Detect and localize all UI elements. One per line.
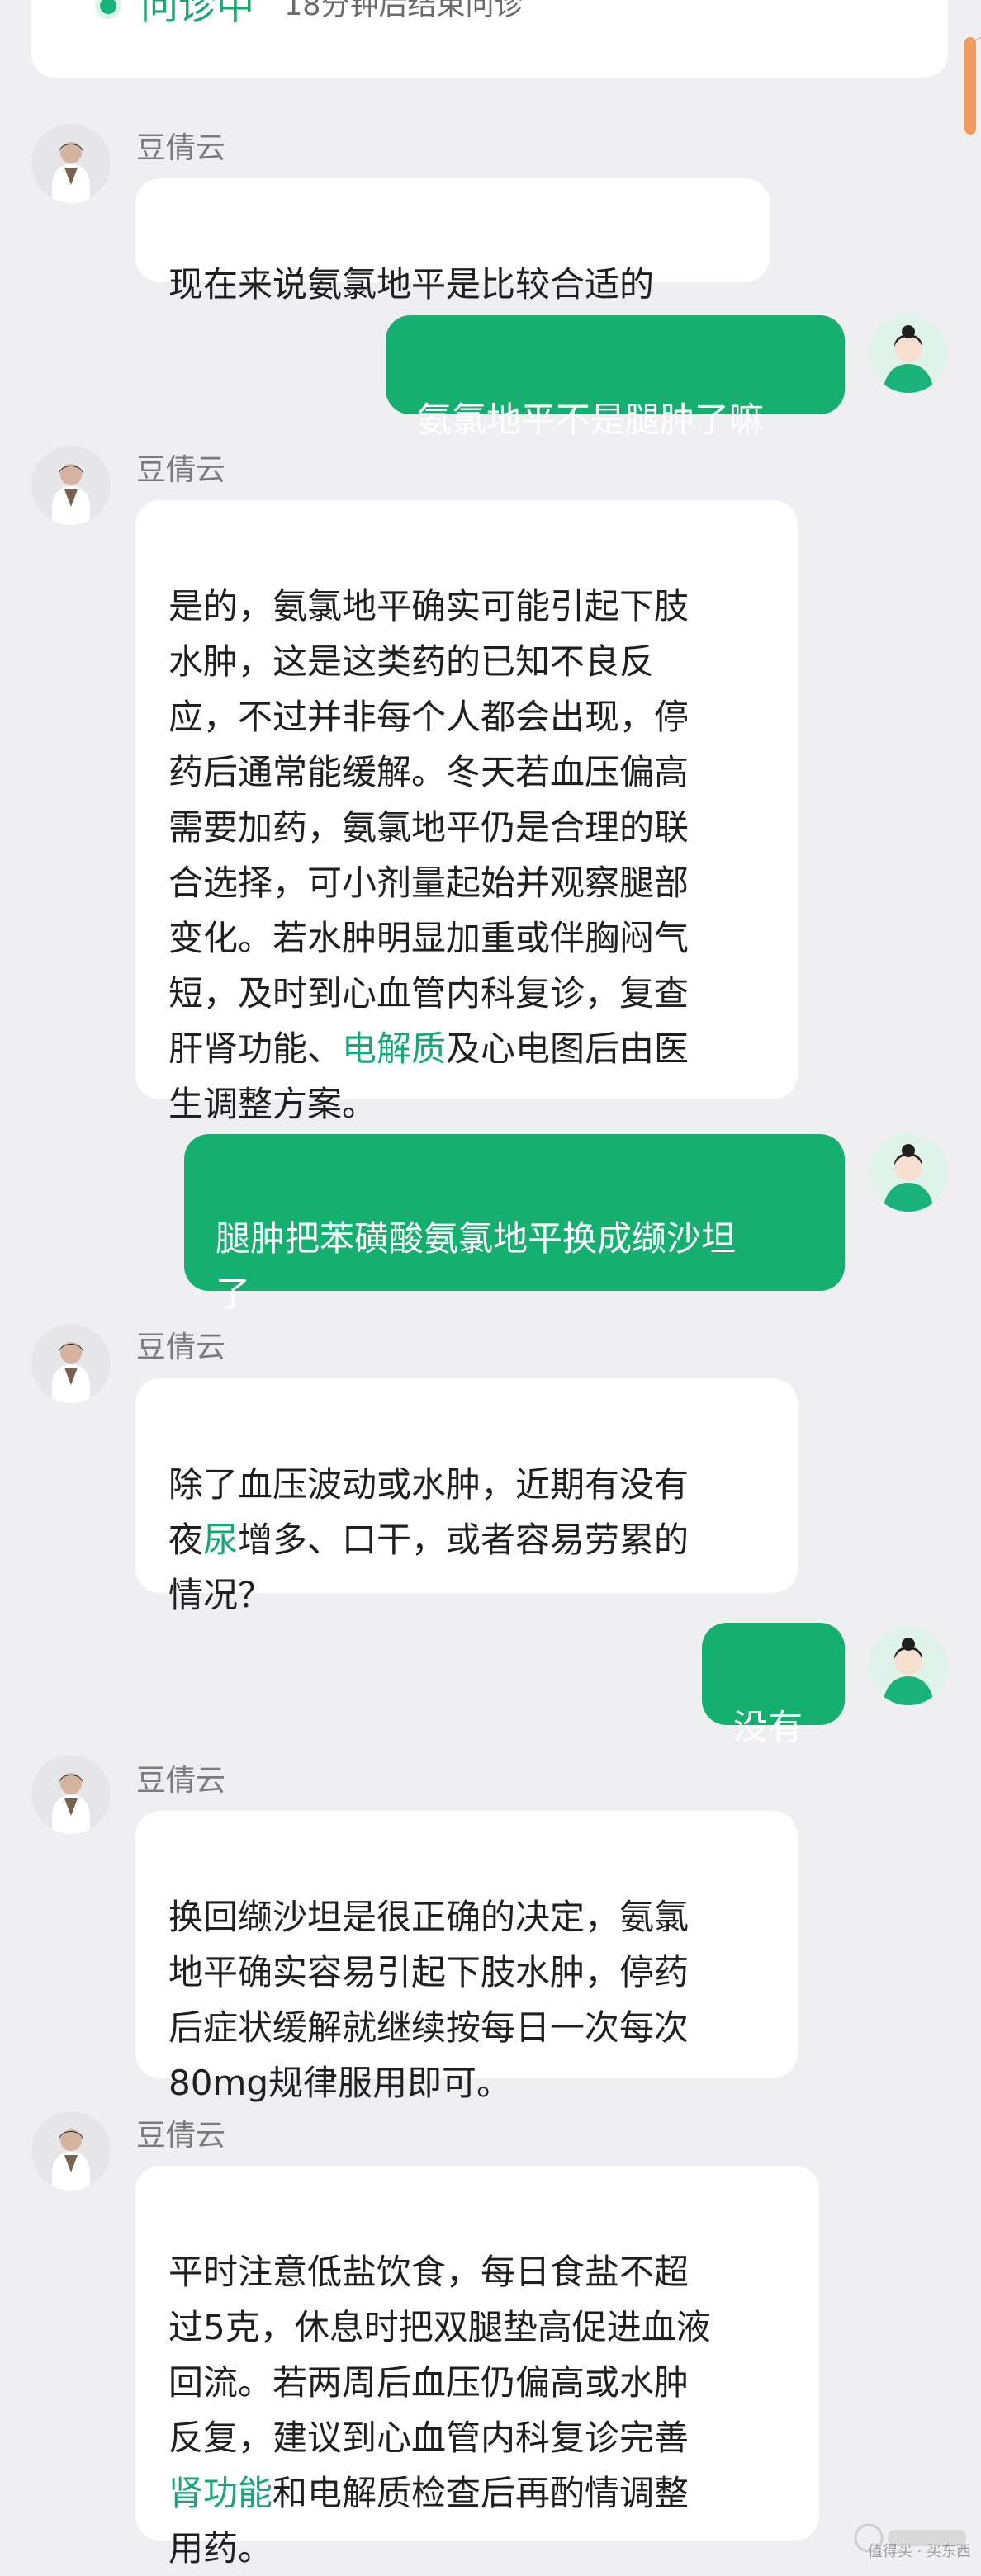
urine-link[interactable]: 尿: [203, 1520, 238, 1560]
user-avatar[interactable]: [869, 314, 948, 393]
message-text: 是的，氨氯地平确实可能引起下肢 水肿，这是这类药的已知不良反 应，不过并非每个人…: [168, 586, 690, 1069]
consultation-status-card: 问诊中 18分钟后结束问诊: [31, 0, 948, 78]
doctor-name: 豆倩云: [136, 1764, 226, 1798]
status-indicator-icon: [100, 0, 116, 14]
user-message-bubble: 氨氯地平不是腿肿了嘛: [386, 315, 845, 440]
user-avatar[interactable]: [869, 1626, 948, 1705]
doctor-name: 豆倩云: [136, 131, 226, 165]
message-text: 换回缬沙坦是很正确的决定，氨氯 地平确实容易引起下肢水肿，停药 后症状缓解就继续…: [168, 1897, 690, 2103]
message-text: 增多、口干，或者容易劳累的 情况？: [168, 1520, 690, 1615]
scrollbar-thumb[interactable]: [964, 37, 976, 135]
doctor-avatar[interactable]: [31, 2111, 111, 2191]
electrolyte-link[interactable]: 电解质: [342, 1028, 446, 1069]
message-text: 氨氯地平不是腿肿了嘛: [417, 399, 765, 440]
doctor-message-bubble: 平时注意低盐饮食，每日食盐不超 过5克，休息时把双腿垫高促进血液 回流。若两周后…: [135, 2166, 819, 2569]
watermark-text: 值得买 · 买东西: [867, 2543, 971, 2560]
doctor-avatar[interactable]: [31, 446, 111, 525]
doctor-name: 豆倩云: [136, 1331, 226, 1364]
doctor-avatar-icon: [31, 2111, 111, 2191]
user-avatar-icon: [869, 1132, 948, 1212]
doctor-name: 豆倩云: [136, 453, 226, 487]
message-text: 腿肿把苯磺酸氨氯地平换成缬沙坦 了: [216, 1218, 737, 1314]
message-text: 没有: [733, 1707, 803, 1747]
doctor-message-bubble: 现在来说氨氯地平是比较合适的: [135, 178, 770, 305]
doctor-avatar[interactable]: [31, 1755, 111, 1834]
user-message-bubble: 腿肿把苯磺酸氨氯地平换成缬沙坦 了: [184, 1134, 845, 1314]
doctor-avatar-icon: [31, 1755, 111, 1834]
doctor-avatar-icon: [31, 446, 111, 525]
user-avatar-icon: [869, 314, 948, 393]
doctor-message-bubble: 是的，氨氯地平确实可能引起下肢 水肿，这是这类药的已知不良反 应，不过并非每个人…: [135, 500, 798, 1124]
consultation-remaining-time: 18分钟后结束问诊: [284, 0, 524, 22]
doctor-avatar-icon: [31, 124, 111, 203]
doctor-name: 豆倩云: [136, 2119, 226, 2153]
doctor-avatar-icon: [31, 1324, 111, 1403]
kidney-function-link[interactable]: 肾功能: [168, 2473, 272, 2513]
doctor-avatar[interactable]: [31, 1324, 111, 1403]
user-message-bubble: 没有: [702, 1623, 845, 1747]
doctor-message-bubble: 除了血压波动或水肿，近期有没有 夜尿增多、口干，或者容易劳累的 情况？: [135, 1378, 798, 1615]
top-right-accent-line: [946, 0, 981, 41]
doctor-avatar[interactable]: [31, 124, 111, 203]
message-text: 平时注意低盐饮食，每日食盐不超 过5克，休息时把双腿垫高促进血液 回流。若两周后…: [168, 2252, 711, 2458]
user-avatar-icon: [869, 1626, 948, 1705]
doctor-message-bubble: 换回缬沙坦是很正确的决定，氨氯 地平确实容易引起下肢水肿，停药 后症状缓解就继续…: [135, 1811, 798, 2103]
user-avatar[interactable]: [869, 1132, 948, 1212]
consultation-status-label: 问诊中: [140, 0, 254, 28]
message-text: 现在来说氨氯地平是比较合适的: [168, 264, 655, 305]
